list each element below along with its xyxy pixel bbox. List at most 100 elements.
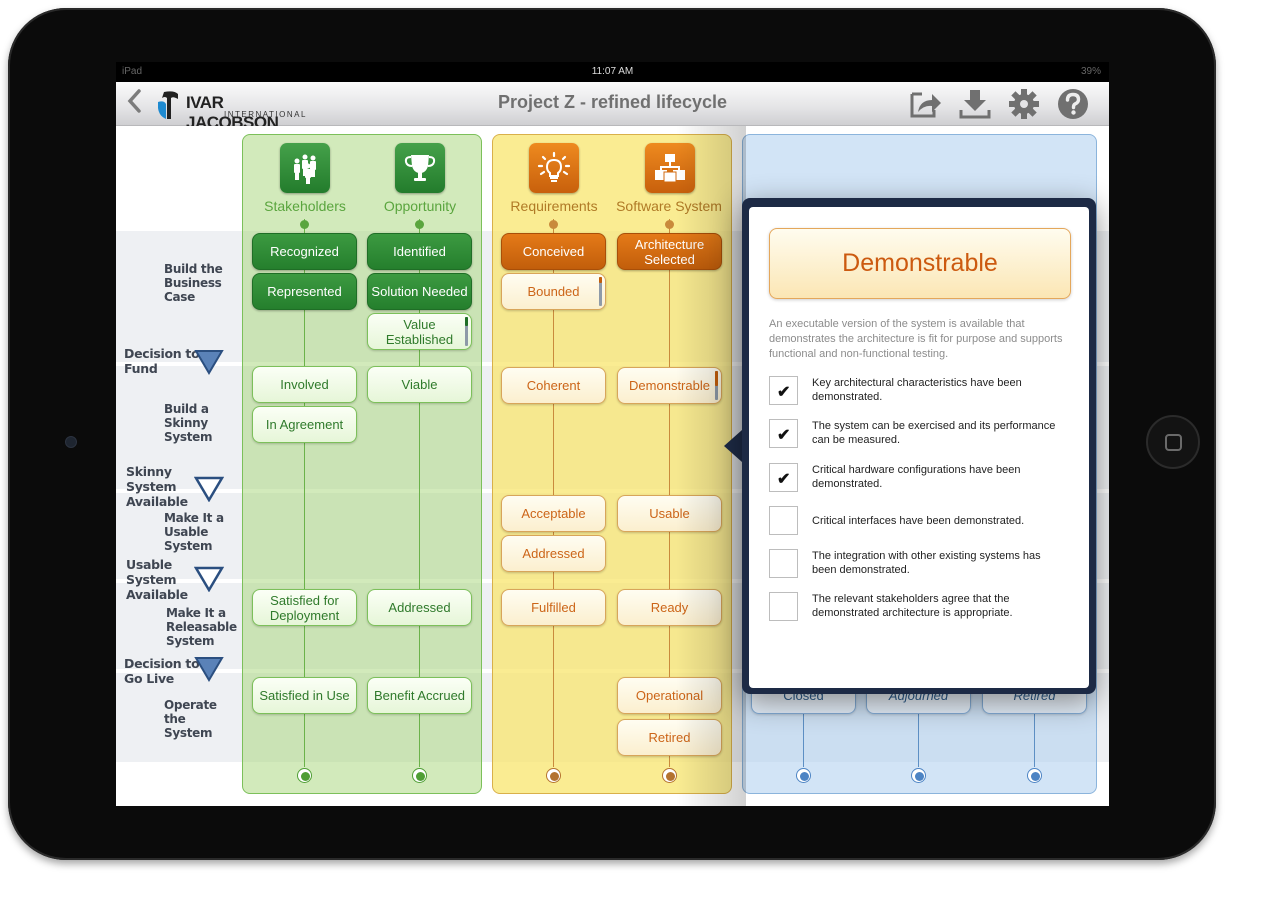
popover-description: An executable version of the system is a… xyxy=(769,318,1063,360)
state-card[interactable]: Addressed xyxy=(367,589,472,626)
milestone-filled-triangle-icon xyxy=(194,350,224,375)
state-card[interactable]: Operational xyxy=(617,677,722,714)
state-card[interactable]: Fulfilled xyxy=(501,589,606,626)
checkbox[interactable] xyxy=(769,592,798,621)
state-progress-bar xyxy=(715,371,718,400)
state-card[interactable]: Coherent xyxy=(501,367,606,404)
end-marker xyxy=(911,768,926,783)
state-card[interactable]: Retired xyxy=(617,719,722,756)
app-screen: iPad 11:07 AM 39% IVAR JACOBSON INTERNAT… xyxy=(116,62,1109,806)
activity-label: Make It a Usable System xyxy=(164,511,224,553)
state-card-in-progress[interactable]: Demonstrable xyxy=(617,367,722,404)
alpha-label-opportunity: Opportunity xyxy=(383,198,457,214)
state-card[interactable]: Involved xyxy=(252,366,357,403)
start-dot xyxy=(665,220,674,229)
checkmark-icon: ✔ xyxy=(777,471,791,488)
start-dot xyxy=(549,220,558,229)
download-icon xyxy=(959,90,991,119)
state-card-in-progress[interactable]: Value Established xyxy=(367,313,472,350)
alpha-icon-stakeholders[interactable] xyxy=(280,143,330,193)
end-marker xyxy=(1027,768,1042,783)
share-icon xyxy=(910,92,941,118)
checkbox[interactable]: ✔ xyxy=(769,463,798,492)
popover-content: Demonstrable An executable version of th… xyxy=(749,207,1089,688)
checklist-text: Key architectural characteristics have b… xyxy=(812,377,1022,403)
end-marker xyxy=(662,768,677,783)
popover-title: Demonstrable xyxy=(769,228,1071,299)
state-card[interactable]: Acceptable xyxy=(501,495,606,532)
lifecycle-board: Build the Business Case Build a Skinny S… xyxy=(116,126,1109,806)
checkbox[interactable]: ✔ xyxy=(769,376,798,405)
checklist-text: The relevant stakeholders agree that the… xyxy=(812,593,1013,619)
checklist-item[interactable]: Critical interfaces have been demonstrat… xyxy=(769,506,1069,536)
state-card[interactable]: Satisfied for Deployment xyxy=(252,589,357,626)
share-button[interactable] xyxy=(908,88,942,120)
state-card[interactable]: Represented xyxy=(252,273,357,310)
state-card[interactable]: Conceived xyxy=(501,233,606,270)
checklist-text: The system can be exercised and its perf… xyxy=(812,420,1056,446)
state-detail-popover: Demonstrable An executable version of th… xyxy=(742,198,1096,694)
status-bar: iPad 11:07 AM 39% xyxy=(116,62,1109,82)
help-icon xyxy=(1058,89,1088,119)
checklist-item[interactable]: ✔ The system can be exercised and its pe… xyxy=(769,419,1069,449)
state-progress-bar xyxy=(599,277,602,306)
front-camera xyxy=(65,436,77,448)
popover-arrow xyxy=(724,430,742,462)
alpha-icon-opportunity[interactable] xyxy=(395,143,445,193)
alpha-label-stakeholders: Stakeholders xyxy=(264,198,346,214)
alpha-label-software-system: Software System xyxy=(616,198,722,214)
state-card[interactable]: In Agreement xyxy=(252,406,357,443)
end-marker xyxy=(412,768,427,783)
hierarchy-icon xyxy=(655,154,685,183)
state-card[interactable]: Value Established xyxy=(367,313,472,350)
activity-label: Build a Skinny System xyxy=(164,402,213,444)
checklist-text: Critical interfaces have been demonstrat… xyxy=(812,515,1025,527)
state-card[interactable]: Identified xyxy=(367,233,472,270)
milestone-label: Decision to Fund xyxy=(124,346,200,376)
alpha-icon-requirements[interactable] xyxy=(529,143,579,193)
end-marker xyxy=(796,768,811,783)
home-square-icon xyxy=(1165,434,1182,451)
settings-button[interactable] xyxy=(1007,88,1041,120)
navigation-bar: IVAR JACOBSON INTERNATIONAL Project Z - … xyxy=(116,82,1109,132)
state-card[interactable]: Demonstrable xyxy=(617,367,722,404)
checkbox[interactable] xyxy=(769,549,798,578)
start-dot xyxy=(415,220,424,229)
milestone-outline-triangle-icon xyxy=(194,566,224,592)
checkmark-icon: ✔ xyxy=(777,427,791,444)
state-card[interactable]: Viable xyxy=(367,366,472,403)
end-marker xyxy=(297,768,312,783)
alpha-label-requirements: Requirements xyxy=(510,198,598,214)
state-card[interactable]: Benefit Accrued xyxy=(367,677,472,714)
download-button[interactable] xyxy=(958,88,992,120)
checkmark-icon: ✔ xyxy=(777,384,791,401)
state-card[interactable]: Bounded xyxy=(501,273,606,310)
home-button[interactable] xyxy=(1146,415,1200,469)
checklist-item[interactable]: ✔ Critical hardware configurations have … xyxy=(769,463,1069,493)
clock: 11:07 AM xyxy=(591,66,634,77)
milestone-filled-triangle-icon xyxy=(194,657,224,682)
battery-level: 39% xyxy=(1080,66,1101,77)
state-card[interactable]: Architecture Selected xyxy=(617,233,722,270)
checkbox[interactable] xyxy=(769,506,798,535)
activity-label: Build the Business Case xyxy=(164,262,223,304)
activity-label: Operate the System xyxy=(164,698,217,740)
gear-icon xyxy=(1009,89,1039,119)
state-card[interactable]: Usable xyxy=(617,495,722,532)
help-button[interactable] xyxy=(1056,88,1090,120)
state-card[interactable]: Ready xyxy=(617,589,722,626)
milestone-outline-triangle-icon xyxy=(194,476,224,502)
alpha-icon-software-system[interactable] xyxy=(645,143,695,193)
state-card[interactable]: Recognized xyxy=(252,233,357,270)
checklist-item[interactable]: ✔ Key architectural characteristics have… xyxy=(769,376,1069,406)
state-card-in-progress[interactable]: Bounded xyxy=(501,273,606,310)
checklist-item[interactable]: The integration with other existing syst… xyxy=(769,549,1069,579)
checklist-item[interactable]: The relevant stakeholders agree that the… xyxy=(769,592,1069,622)
checkbox[interactable]: ✔ xyxy=(769,419,798,448)
trophy-icon xyxy=(404,155,436,181)
state-card[interactable]: Satisfied in Use xyxy=(252,677,357,714)
activity-label: Make It a Releasable System xyxy=(166,606,237,648)
state-card[interactable]: Solution Needed xyxy=(367,273,472,310)
people-icon xyxy=(294,154,316,184)
state-card[interactable]: Addressed xyxy=(501,535,606,572)
